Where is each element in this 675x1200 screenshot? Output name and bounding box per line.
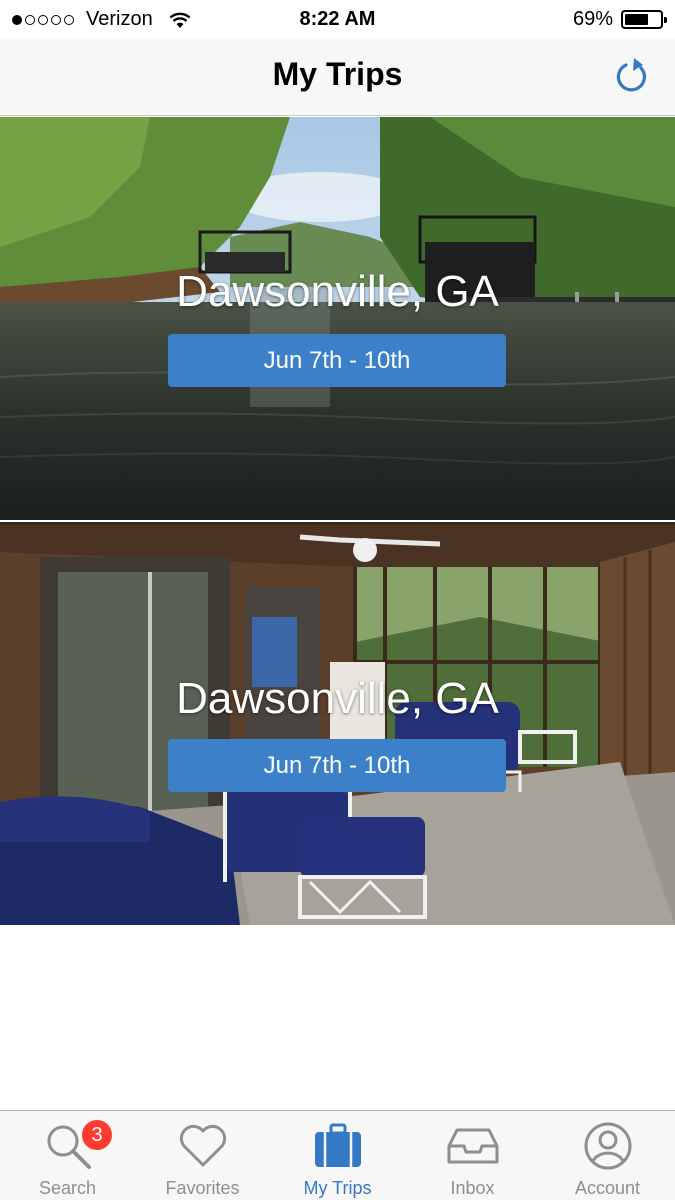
- heart-icon: [176, 1121, 230, 1171]
- navigation-bar: My Trips: [0, 38, 675, 116]
- tab-favorites[interactable]: Favorites: [135, 1111, 270, 1200]
- tab-label: Search: [38, 1178, 97, 1198]
- trip-location: Dawsonville, GA: [176, 674, 499, 723]
- tab-account[interactable]: Account: [540, 1111, 675, 1200]
- suitcase-icon: [311, 1121, 365, 1171]
- battery-percent: 69%: [572, 8, 613, 30]
- trip-location: Dawsonville, GA: [176, 267, 499, 316]
- refresh-button[interactable]: [609, 54, 653, 98]
- tab-inbox[interactable]: Inbox: [405, 1111, 540, 1200]
- trip-card[interactable]: Dawsonville, GA Jun 7th - 10th: [0, 117, 675, 520]
- refresh-icon: [616, 58, 647, 92]
- person-icon: [581, 1121, 635, 1171]
- inbox-icon: [446, 1121, 500, 1171]
- trip-dates-button[interactable]: Jun 7th - 10th: [168, 334, 506, 387]
- tab-search[interactable]: 3 Search: [0, 1111, 135, 1200]
- status-right: 69%: [572, 8, 667, 31]
- battery-icon: [621, 10, 667, 29]
- trip-photo-lake: [0, 117, 675, 520]
- tab-bar: 3 Search Favorites My Trips Inbox Accoun…: [0, 1110, 675, 1200]
- trip-card[interactable]: Dawsonville, GA Jun 7th - 10th: [0, 522, 675, 925]
- tab-label: Favorites: [165, 1178, 240, 1198]
- tab-label: Account: [574, 1178, 641, 1198]
- trip-dates-button[interactable]: Jun 7th - 10th: [168, 739, 506, 792]
- tab-my-trips[interactable]: My Trips: [270, 1111, 405, 1200]
- tab-label: Inbox: [450, 1178, 495, 1198]
- tab-label: My Trips: [303, 1178, 372, 1198]
- page-title: My Trips: [272, 56, 403, 92]
- notification-badge: 3: [80, 1118, 114, 1152]
- status-bar: Verizon 8:22 AM 69%: [0, 0, 675, 38]
